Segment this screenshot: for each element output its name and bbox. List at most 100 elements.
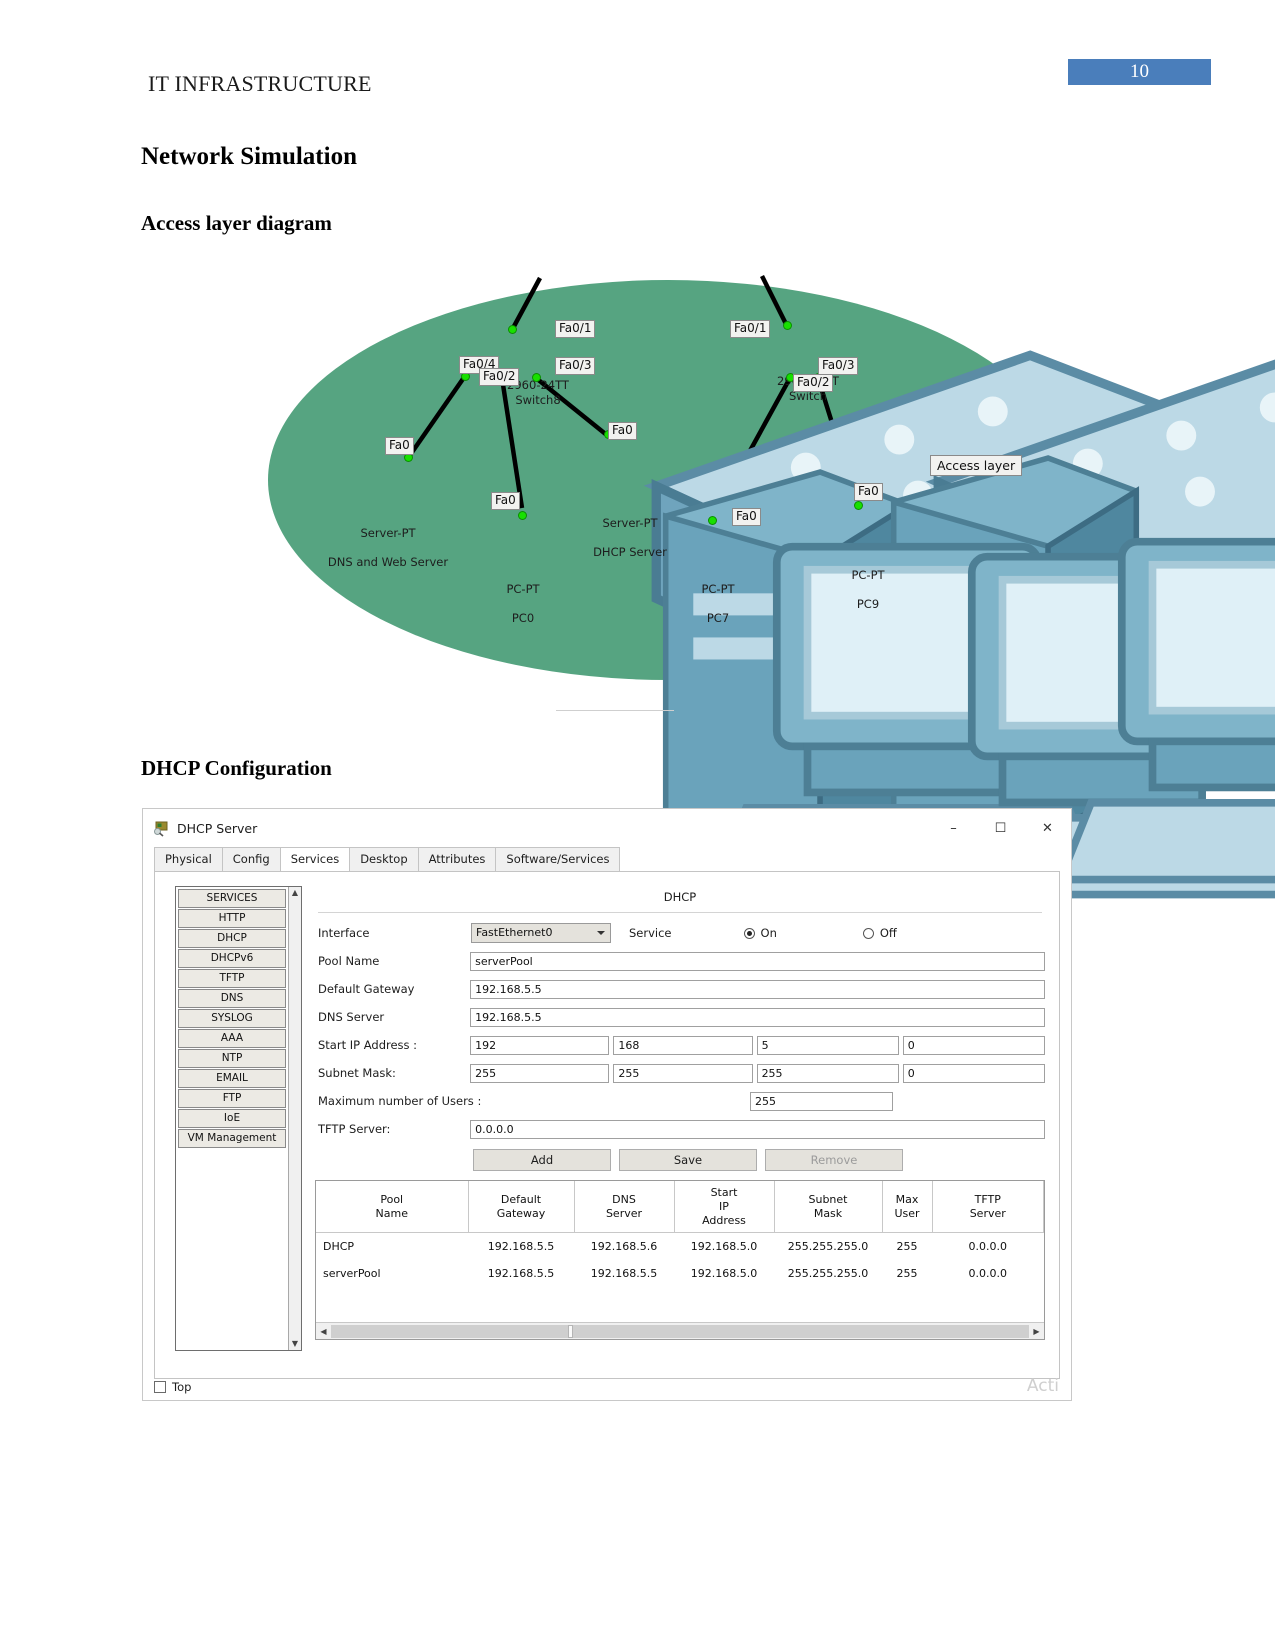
row-tftp-server: TFTP Server: 0.0.0.0	[315, 1115, 1045, 1143]
port-tag-sw8-fa0-3: Fa0/3	[555, 357, 596, 375]
th-start-ip: Start IP Address	[674, 1181, 775, 1234]
services-item-dhcp[interactable]: DHCP	[178, 929, 286, 948]
start-ip-octet-1[interactable]: 192	[470, 1035, 610, 1055]
default-gateway-input[interactable]: 192.168.5.5	[470, 979, 1045, 999]
dns-server-input[interactable]: 192.168.5.5	[470, 1007, 1045, 1027]
subnet-mask-label: Subnet Mask:	[318, 1066, 396, 1080]
table-row[interactable]: DHCP 192.168.5.5 192.168.5.6 192.168.5.0…	[316, 1233, 1044, 1261]
subnet-mask-octet-4[interactable]: 0	[902, 1063, 1045, 1083]
scroll-down-icon[interactable]: ▼	[289, 1338, 301, 1350]
subnet-mask-octet-1[interactable]: 255	[470, 1063, 610, 1083]
link-status-dot	[509, 326, 516, 333]
device-type: Server-PT	[360, 526, 416, 541]
link-status-dot	[533, 374, 540, 381]
port-tag-sw8-fa0-2: Fa0/2	[479, 368, 520, 386]
tab-services[interactable]: Services	[279, 847, 351, 871]
th-pool-name: Pool Name	[316, 1181, 469, 1234]
subnet-mask-octet-2[interactable]: 255	[613, 1063, 753, 1083]
services-item-dhcpv6[interactable]: DHCPv6	[178, 949, 286, 968]
cell-max-user: 255	[896, 1240, 918, 1254]
scroll-right-icon[interactable]: ▶	[1029, 1327, 1044, 1336]
top-checkbox[interactable]	[154, 1381, 166, 1393]
tab-attributes[interactable]: Attributes	[417, 847, 497, 871]
tab-software-services[interactable]: Software/Services	[495, 847, 621, 871]
table-row[interactable]: serverPool 192.168.5.5 192.168.5.5 192.1…	[316, 1260, 1044, 1287]
tab-desktop[interactable]: Desktop	[349, 847, 419, 871]
start-ip-octet-3[interactable]: 5	[756, 1035, 899, 1055]
tftp-server-input[interactable]: 0.0.0.0	[470, 1119, 1045, 1139]
service-on-label: On	[760, 926, 777, 940]
top-checkbox-row[interactable]: Top	[154, 1380, 191, 1394]
row-start-ip: Start IP Address : 192 168 5 0	[315, 1031, 1045, 1059]
cell-dns-server: 192.168.5.5	[590, 1267, 658, 1281]
page-number-badge: 10	[1068, 59, 1211, 85]
services-item-services[interactable]: SERVICES	[178, 889, 286, 908]
panel-title: DHCP	[663, 890, 697, 904]
radio-off-icon	[862, 927, 874, 939]
device-type: PC-PT	[506, 582, 540, 597]
services-item-dns[interactable]: DNS	[178, 989, 286, 1008]
service-on-radio[interactable]: On	[743, 926, 777, 940]
subnet-mask-octet-3[interactable]: 255	[756, 1063, 899, 1083]
device-name: PC7	[706, 611, 730, 626]
remove-button: Remove	[765, 1149, 903, 1171]
cell-pool-name: serverPool	[323, 1267, 381, 1281]
th-default-gateway: Default Gateway	[468, 1181, 575, 1234]
cell-tftp-server: 0.0.0.0	[968, 1267, 1007, 1281]
table-horizontal-scrollbar[interactable]: ◀ ▶	[316, 1322, 1044, 1339]
window-title-bar: DHCP Server – ☐ ✕	[143, 809, 1071, 847]
close-button[interactable]: ✕	[1024, 809, 1071, 847]
services-item-syslog[interactable]: SYSLOG	[178, 1009, 286, 1028]
chevron-down-icon	[597, 931, 605, 935]
link-status-dot	[855, 502, 862, 509]
tab-config[interactable]: Config	[221, 847, 281, 871]
cell-tftp-server: 0.0.0.0	[968, 1240, 1007, 1254]
start-ip-octet-2[interactable]: 168	[613, 1035, 753, 1055]
th-tftp-server: TFTP Server	[932, 1181, 1044, 1234]
page-number: 10	[1130, 61, 1149, 82]
scroll-track[interactable]	[331, 1324, 1029, 1338]
scroll-thumb[interactable]	[568, 1324, 574, 1338]
link-status-dot	[784, 322, 791, 329]
link-status-dot	[462, 373, 469, 380]
start-ip-octet-4[interactable]: 0	[902, 1035, 1045, 1055]
services-sidebar: SERVICES HTTP DHCP DHCPv6 TFTP DNS SYSLO…	[175, 886, 302, 1351]
cell-dns-server: 192.168.5.6	[590, 1240, 658, 1254]
pool-name-input[interactable]: serverPool	[470, 951, 1045, 971]
services-item-tftp[interactable]: TFTP	[178, 969, 286, 988]
table-header-row: Pool Name Default Gateway DNS Server Sta…	[316, 1181, 1044, 1234]
device-type: PC-PT	[701, 582, 735, 597]
cell-start-ip: 192.168.5.0	[690, 1267, 758, 1281]
scroll-left-icon[interactable]: ◀	[316, 1327, 331, 1336]
services-item-ioe[interactable]: IoE	[178, 1109, 286, 1128]
service-off-label: Off	[879, 926, 897, 940]
panel-divider	[318, 912, 1042, 913]
device-type: PC-PT	[851, 568, 885, 583]
dns-server-label: DNS Server	[318, 1010, 385, 1024]
services-item-email[interactable]: EMAIL	[178, 1069, 286, 1088]
heading-network-simulation: Network Simulation	[141, 143, 357, 170]
cell-default-gateway: 192.168.5.5	[487, 1240, 555, 1254]
services-item-vm-management[interactable]: VM Management	[178, 1129, 286, 1148]
port-tag-sw8-fa0-1: Fa0/1	[555, 320, 596, 338]
row-default-gateway: Default Gateway 192.168.5.5	[315, 975, 1045, 1003]
save-button[interactable]: Save	[619, 1149, 757, 1171]
scroll-up-icon[interactable]: ▲	[289, 887, 301, 899]
services-scrollbar[interactable]: ▲ ▼	[288, 887, 301, 1350]
dhcp-server-window: DHCP Server – ☐ ✕ Physical Config Servic…	[142, 808, 1072, 1401]
add-button[interactable]: Add	[473, 1149, 611, 1171]
service-off-radio[interactable]: Off	[862, 926, 897, 940]
heading-dhcp-configuration: DHCP Configuration	[141, 756, 332, 780]
max-users-input[interactable]: 255	[750, 1091, 893, 1111]
services-item-ntp[interactable]: NTP	[178, 1049, 286, 1068]
interface-select[interactable]: FastEthernet0	[471, 923, 611, 943]
activation-watermark: Acti	[1026, 1376, 1059, 1396]
maximize-button[interactable]: ☐	[977, 809, 1024, 847]
services-item-aaa[interactable]: AAA	[178, 1029, 286, 1048]
device-name: PC0	[511, 611, 535, 626]
services-item-ftp[interactable]: FTP	[178, 1089, 286, 1108]
tab-physical[interactable]: Physical	[154, 847, 223, 871]
services-item-http[interactable]: HTTP	[178, 909, 286, 928]
minimize-button[interactable]: –	[930, 809, 977, 847]
th-max-user: Max User	[882, 1181, 933, 1234]
